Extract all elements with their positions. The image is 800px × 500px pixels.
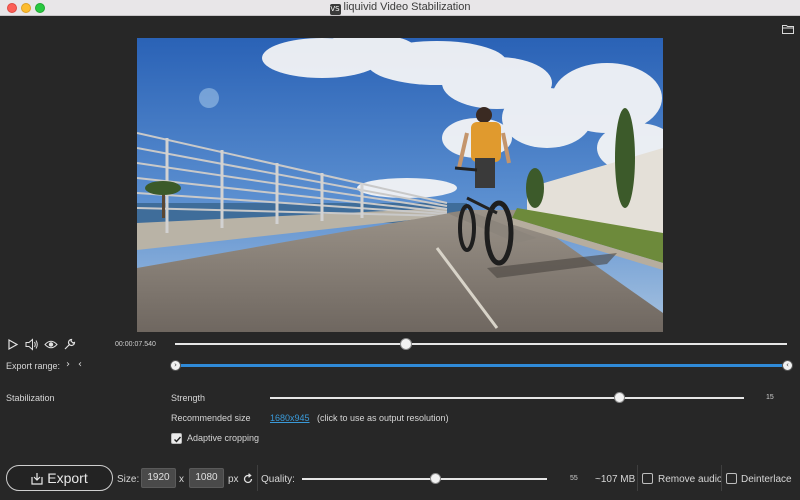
- app-icon: VS: [329, 4, 341, 15]
- folder-icon[interactable]: [782, 21, 794, 34]
- title-bar: VS liquivid Video Stabilization: [0, 0, 800, 16]
- remove-audio-label: Remove audio: [658, 474, 723, 485]
- quality-slider-track[interactable]: [302, 478, 547, 480]
- separator: [257, 465, 258, 491]
- strength-slider-thumb[interactable]: [614, 392, 625, 403]
- strength-label: Strength: [171, 393, 206, 403]
- range-end-handle[interactable]: ‹: [782, 360, 793, 371]
- video-preview[interactable]: [137, 38, 663, 332]
- adaptive-cropping-checkbox[interactable]: [171, 433, 182, 444]
- export-icon: [31, 468, 43, 492]
- adaptive-cropping-label: Adaptive cropping: [187, 433, 260, 443]
- export-button[interactable]: Export: [6, 465, 113, 491]
- strength-slider-track[interactable]: [270, 397, 744, 399]
- quality-slider-thumb[interactable]: [430, 473, 441, 484]
- recommended-size-hint: (click to use as output resolution): [317, 413, 449, 423]
- quality-label: Quality:: [261, 474, 295, 485]
- size-label: Size:: [117, 474, 140, 485]
- wrench-icon[interactable]: [63, 338, 76, 351]
- eye-icon[interactable]: [44, 338, 58, 351]
- timecode: 00:00:07.540: [115, 341, 156, 348]
- export-range-track[interactable]: [175, 364, 787, 367]
- quality-value: 55: [570, 475, 578, 482]
- separator: [721, 465, 722, 491]
- speaker-icon[interactable]: [25, 338, 38, 351]
- height-input[interactable]: 1080: [189, 468, 224, 488]
- chevron-left-icon[interactable]: ‹: [78, 359, 82, 370]
- deinterlace-label: Deinterlace: [741, 474, 792, 485]
- remove-audio-checkbox[interactable]: [642, 473, 653, 484]
- chevron-right-icon[interactable]: ›: [66, 359, 70, 370]
- recommended-size-link[interactable]: 1680x945: [270, 413, 310, 423]
- range-start-handle[interactable]: ›: [170, 360, 181, 371]
- window-title-text: liquivid Video Stabilization: [343, 1, 471, 13]
- recommended-size-label: Recommended size: [171, 413, 251, 423]
- checkmark-icon: [174, 436, 182, 443]
- size-unit: px: [228, 474, 239, 485]
- export-button-label: Export: [47, 470, 88, 486]
- deinterlace-checkbox[interactable]: [726, 473, 737, 484]
- play-icon[interactable]: [6, 338, 19, 351]
- width-input[interactable]: 1920: [141, 468, 176, 488]
- window-title: VS liquivid Video Stabilization: [0, 1, 800, 15]
- separator: [637, 465, 638, 491]
- strength-value: 15: [766, 394, 774, 401]
- playhead-thumb[interactable]: [400, 338, 413, 350]
- timeline-track[interactable]: [175, 343, 787, 345]
- stabilization-section-label: Stabilization: [6, 393, 55, 403]
- estimated-file-size: ~107 MB: [595, 474, 636, 485]
- export-range-label: Export range:: [6, 361, 61, 371]
- reset-icon[interactable]: [242, 472, 254, 484]
- size-separator: x: [179, 474, 184, 485]
